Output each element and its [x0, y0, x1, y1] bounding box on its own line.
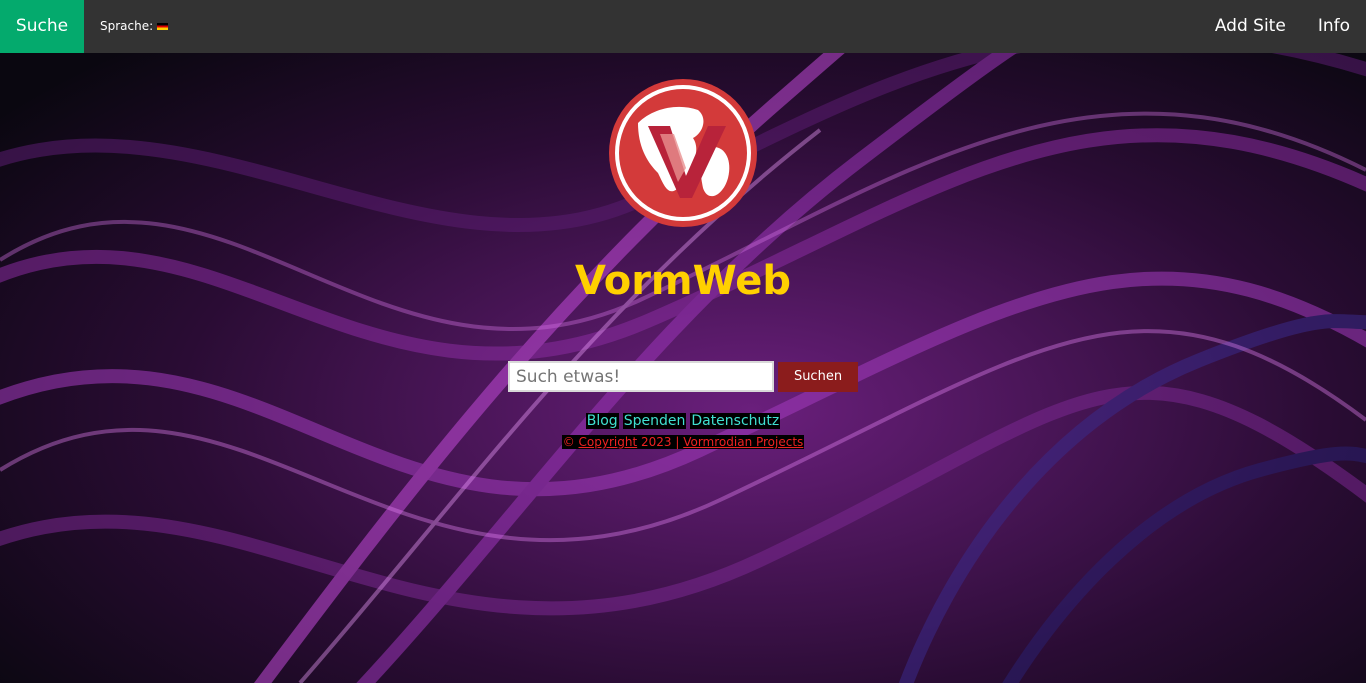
nav-add-site[interactable]: Add Site [1199, 0, 1302, 53]
copyright-symbol: © [562, 435, 575, 449]
footer-link-spenden[interactable]: Spenden [622, 413, 687, 429]
language-label: Sprache: [100, 19, 154, 33]
search-bar: Suchen [508, 361, 858, 392]
flag-de-icon [157, 23, 169, 30]
nav-right-links: Add Site Info [1199, 0, 1366, 53]
copyright: © Copyright 2023 | Vormrodian Projects [0, 435, 1366, 449]
copyright-year: 2023 | [640, 435, 680, 449]
copyright-link[interactable]: Copyright [579, 435, 638, 449]
footer-link-blog[interactable]: Blog [585, 413, 619, 429]
globe-v-logo [609, 79, 757, 227]
copyright-line: © Copyright 2023 | Vormrodian Projects [561, 435, 805, 449]
language-selector[interactable]: Sprache: [100, 0, 169, 53]
top-navbar: Suche Sprache: Add Site Info [0, 0, 1366, 53]
site-title: VormWeb [574, 258, 792, 304]
footer-link-datenschutz[interactable]: Datenschutz [690, 413, 781, 429]
footer-links: Blog Spenden Datenschutz [0, 413, 1366, 429]
vormrodian-projects-link[interactable]: Vormrodian Projects [683, 435, 803, 449]
search-button[interactable]: Suchen [778, 361, 858, 392]
nav-home-suche[interactable]: Suche [0, 0, 84, 53]
search-input[interactable] [508, 361, 774, 392]
nav-info[interactable]: Info [1302, 0, 1366, 53]
